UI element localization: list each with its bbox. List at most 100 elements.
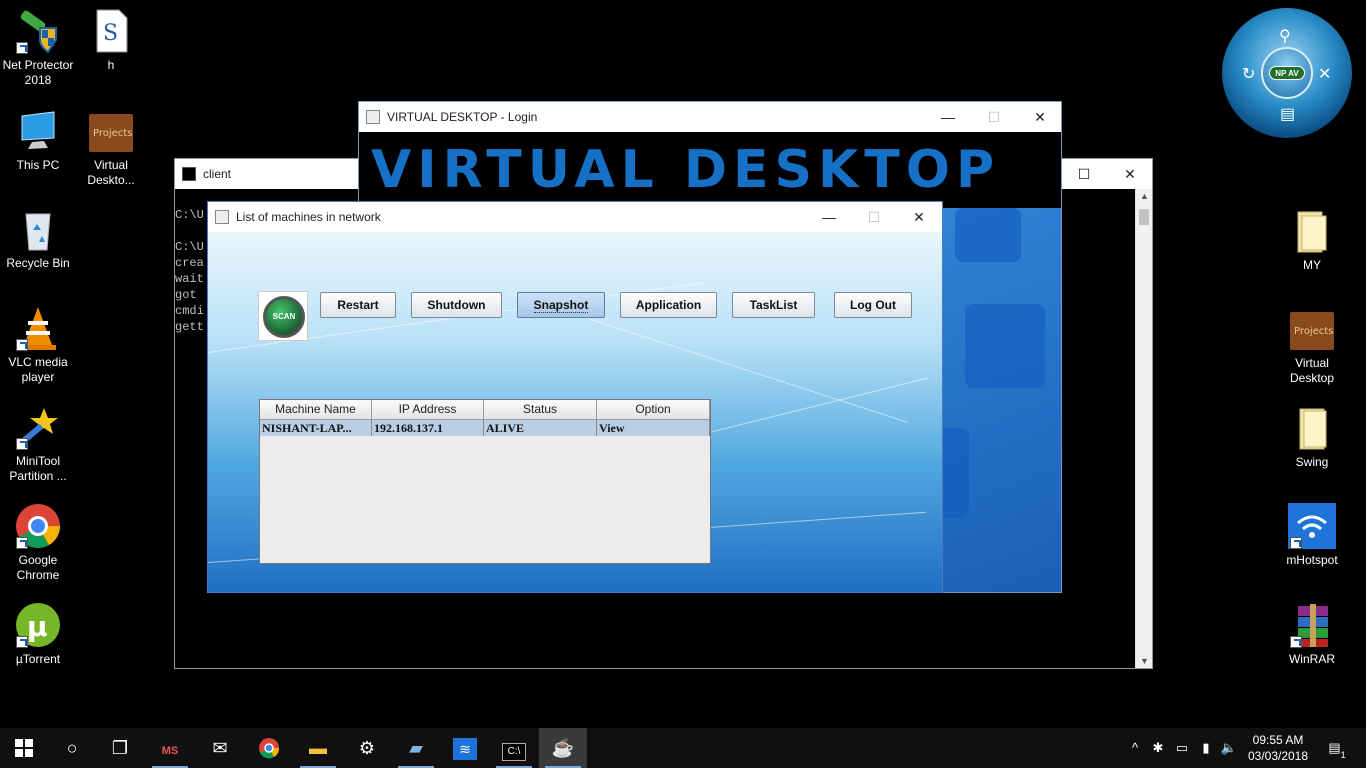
ms-dos-app-icon[interactable]: MS <box>146 728 194 768</box>
option-cell[interactable]: View <box>597 420 710 436</box>
application-button[interactable]: Application <box>620 292 717 318</box>
column-header[interactable]: Option <box>597 400 710 419</box>
java-icon <box>215 210 229 224</box>
desktop-icon-label: Virtual Deskto... <box>87 158 135 187</box>
minimize-button[interactable]: — <box>925 102 971 132</box>
desktop-icon-label: MiniTool Partition ... <box>9 454 67 483</box>
volume-icon[interactable]: 🔈 <box>1218 728 1240 768</box>
npav-gadget[interactable]: ⚲ ↻ ✕ ▤ NP AV <box>1222 8 1352 138</box>
mail-icon[interactable]: ✉ <box>196 728 244 768</box>
taskbar: ○ ❐ MS ✉ ▬ ⚙ ▰ ≋ C:\ ☕ ^ ✱ ▭ ▮ 🔈 09:55 A… <box>0 728 1366 768</box>
clock-time: 09:55 AM <box>1252 733 1304 747</box>
wifi-icon <box>1288 503 1336 549</box>
svg-text:Projects: Projects <box>1294 326 1333 337</box>
shortcut-arrow-icon <box>1290 636 1302 648</box>
settings-gear-icon[interactable]: ⚙ <box>343 728 391 768</box>
cortana-search-icon[interactable]: ○ <box>48 728 96 768</box>
network-icon[interactable]: ✱ <box>1148 728 1168 768</box>
table-row[interactable]: NISHANT-LAP... 192.168.137.1 ALIVE View <box>260 420 710 436</box>
svg-text:S: S <box>103 21 118 46</box>
logout-button[interactable]: Log Out <box>834 292 912 318</box>
svg-text:µ: µ <box>27 610 48 643</box>
scan-button[interactable]: SCAN <box>258 291 308 341</box>
desktop-icon-label: µTorrent <box>15 652 61 666</box>
shortcut-arrow-icon <box>16 636 28 648</box>
ip-address-cell[interactable]: 192.168.137.1 <box>372 420 484 436</box>
desktop-icon-my[interactable]: MY <box>1274 208 1350 273</box>
chrome-icon[interactable] <box>245 728 293 768</box>
display-icon[interactable]: ▭ <box>1172 728 1192 768</box>
projects-folder-icon: Projects <box>1288 306 1336 352</box>
desktop-icon-h[interactable]: S h <box>73 8 149 73</box>
login-title: VIRTUAL DESKTOP - Login <box>387 110 538 124</box>
winrar-icon <box>1288 602 1336 648</box>
desktop-icon-label: MY <box>1303 258 1321 272</box>
desktop-icon-virtual-desktop[interactable]: Projects Virtual Deskto... <box>73 108 149 188</box>
chevron-up-icon[interactable]: ^ <box>1124 728 1146 768</box>
java-icon <box>366 110 380 124</box>
restart-button[interactable]: Restart <box>320 292 396 318</box>
machines-titlebar[interactable]: List of machines in network — ☐ ✕ <box>208 202 942 232</box>
minimize-button[interactable]: — <box>806 202 852 232</box>
clipboard-icon[interactable]: ▤ <box>1280 104 1295 124</box>
close-button[interactable]: ✕ <box>1107 159 1153 189</box>
notification-count: 1 <box>1340 750 1346 760</box>
scroll-up-icon[interactable]: ▲ <box>1136 191 1153 201</box>
login-titlebar[interactable]: VIRTUAL DESKTOP - Login — ☐ ✕ <box>359 102 1061 132</box>
desktop-icon-this-pc[interactable]: This PC <box>0 108 76 173</box>
desktop-icon-label: mHotspot <box>1286 553 1338 567</box>
tools-icon[interactable]: ✕ <box>1318 64 1331 84</box>
machines-table[interactable]: Machine Name IP Address Status Option NI… <box>259 399 711 564</box>
desktop-icon-vlc[interactable]: VLC media player <box>0 305 76 385</box>
machines-window: List of machines in network — ☐ ✕ SCAN R… <box>207 201 943 593</box>
column-header[interactable]: Status <box>484 400 597 419</box>
utorrent-icon: µ <box>14 602 62 648</box>
battery-icon[interactable]: ▮ <box>1196 728 1216 768</box>
document-app-icon[interactable]: ▰ <box>392 728 440 768</box>
snapshot-button[interactable]: Snapshot <box>517 292 605 318</box>
shutdown-button[interactable]: Shutdown <box>411 292 502 318</box>
java-app-icon[interactable]: ☕ <box>539 728 587 768</box>
decor-tile <box>965 304 1045 388</box>
desktop-icon-winrar[interactable]: WinRAR <box>1274 602 1350 667</box>
tasklist-button[interactable]: TaskList <box>732 292 815 318</box>
wifi-hotspot-icon[interactable]: ≋ <box>441 728 489 768</box>
status-cell[interactable]: ALIVE <box>484 420 597 436</box>
console-title: client <box>203 167 232 181</box>
shortcut-arrow-icon <box>16 438 28 450</box>
desktop-icon-swing[interactable]: Swing <box>1274 405 1350 470</box>
refresh-icon[interactable]: ↻ <box>1242 64 1255 84</box>
clock[interactable]: 09:55 AM 03/03/2018 <box>1240 732 1316 764</box>
machine-name-cell[interactable]: NISHANT-LAP... <box>260 420 372 436</box>
desktop-icon-net-protector[interactable]: Net Protector 2018 <box>0 8 76 88</box>
close-button[interactable]: ✕ <box>1017 102 1063 132</box>
task-view-icon[interactable]: ❐ <box>96 728 144 768</box>
desktop-icon-recycle-bin[interactable]: Recycle Bin <box>0 206 76 271</box>
desktop-icon-chrome[interactable]: Google Chrome <box>0 503 76 583</box>
scroll-thumb[interactable] <box>1139 209 1149 225</box>
command-prompt-icon[interactable]: C:\ <box>490 728 538 768</box>
column-header[interactable]: IP Address <box>372 400 484 419</box>
maximize-button[interactable]: ☐ <box>1061 159 1107 189</box>
scan-icon: SCAN <box>263 296 305 338</box>
desktop-icon-minitool[interactable]: MiniTool Partition ... <box>0 404 76 484</box>
console-scrollbar[interactable]: ▲ ▼ <box>1135 189 1152 668</box>
minitool-wand-icon <box>14 404 62 450</box>
magnifier-icon[interactable]: ⚲ <box>1279 26 1291 46</box>
recycle-bin-icon <box>14 206 62 252</box>
console-icon <box>182 167 196 181</box>
close-button[interactable]: ✕ <box>896 202 942 232</box>
desktop-icon-mhotspot[interactable]: mHotspot <box>1274 503 1350 568</box>
maximize-button: ☐ <box>987 109 1001 125</box>
column-header[interactable]: Machine Name <box>260 400 372 419</box>
desktop-icon-utorrent[interactable]: µ µTorrent <box>0 602 76 667</box>
desktop-icon-virtual-desktop-right[interactable]: Projects Virtual Desktop <box>1274 306 1350 386</box>
projects-folder-icon: Projects <box>87 108 135 154</box>
windows-start-icon[interactable] <box>0 728 48 768</box>
notification-center-icon[interactable]: ▤1 <box>1322 728 1352 768</box>
desktop-icon-label: Google Chrome <box>16 553 60 582</box>
scroll-down-icon[interactable]: ▼ <box>1136 656 1153 666</box>
file-explorer-icon[interactable]: ▬ <box>294 728 342 768</box>
svg-text:Projects: Projects <box>93 128 132 139</box>
desktop-icon-label: VLC media player <box>8 355 68 384</box>
